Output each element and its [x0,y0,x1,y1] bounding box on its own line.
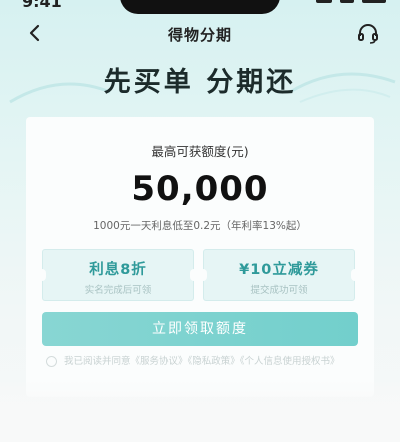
signal-icon [316,0,332,3]
apply-limit-button[interactable]: 立即领取额度 [42,312,358,346]
perk-subtitle: 实名完成后可领 [84,285,152,296]
battery-icon [362,0,386,3]
perk-title: ¥10立减券 [239,262,319,278]
status-icons [316,0,386,3]
wifi-icon [340,0,354,3]
bottom-fade-overlay [0,380,400,442]
perk-subtitle: 提交成功可领 [250,285,308,296]
hero-title: 先买单 分期还 [103,67,297,98]
credit-card-panel: 最高可获额度(元) 50,000 1000元一天利息低至0.2元（年利率13%起… [26,117,374,397]
status-time: 9:41 [22,0,62,11]
navigation-bar: 得物分期 [0,18,400,50]
perk-coupon[interactable]: ¥10立减券 提交成功可领 [199,249,359,301]
status-bar: 9:41 [0,0,400,20]
device-notch [120,0,280,14]
page-title: 得物分期 [167,26,232,44]
limit-amount: 50,000 [131,169,269,209]
agreement-text[interactable]: 我已阅读并同意《服务协议》《隐私政策》《个人信息使用授权书》 [42,355,362,368]
interest-note: 1000元一天利息低至0.2元（年利率13%起） [93,220,307,232]
limit-label: 最高可获额度(元) [151,144,249,159]
headset-icon[interactable] [356,22,380,46]
agreement-checkbox[interactable] [46,356,57,367]
agreement: 我已阅读并同意《服务协议》《隐私政策》《个人信息使用授权书》 [42,355,362,368]
perk-interest-discount[interactable]: 利息8折 实名完成后可领 [38,249,198,301]
perk-title: 利息8折 [89,262,147,278]
